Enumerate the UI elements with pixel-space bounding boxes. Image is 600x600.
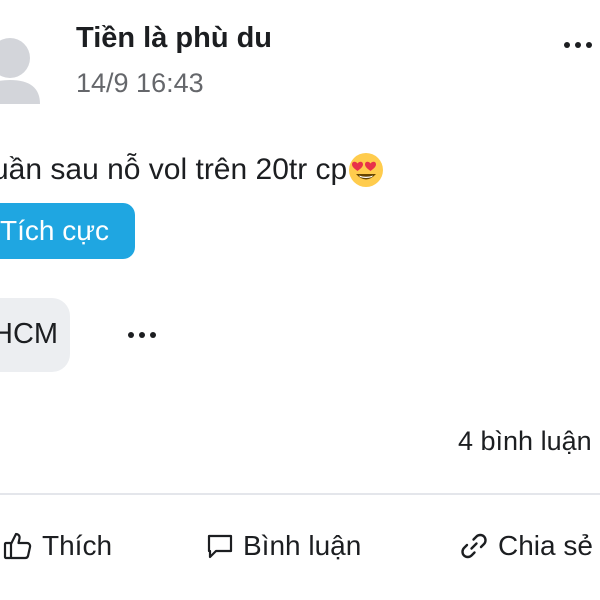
heart-eyes-emoji-icon (348, 152, 384, 188)
share-button[interactable]: Chia sẻ (458, 526, 593, 566)
comment-label: Bình luận (243, 530, 362, 561)
more-horizontal-icon (564, 42, 592, 48)
more-tags-button[interactable] (120, 320, 164, 350)
location-chip-label: HCM (0, 318, 59, 350)
author-name[interactable]: Tiền là phù du (76, 22, 272, 55)
more-horizontal-icon (128, 332, 156, 338)
avatar[interactable] (0, 18, 42, 104)
post-timestamp: 14/9 16:43 (76, 68, 204, 98)
comment-button[interactable]: Bình luận (205, 526, 361, 566)
comment-bubble-icon (205, 531, 235, 561)
divider (0, 493, 600, 495)
post-text: uần sau nỗ vol trên 20tr cp (0, 153, 348, 186)
link-icon (458, 530, 490, 562)
more-options-button[interactable] (558, 30, 598, 60)
share-label: Chia sẻ (498, 530, 593, 561)
post-card: Tiền là phù du 14/9 16:43 uần sau nỗ vol… (0, 0, 600, 600)
thumbs-up-icon (2, 530, 34, 562)
location-chip[interactable]: HCM (0, 298, 70, 372)
comment-count-link[interactable]: 4 bình luận (458, 426, 592, 457)
like-button[interactable]: Thích (2, 526, 112, 566)
like-label: Thích (42, 530, 113, 561)
post-content: uần sau nỗ vol trên 20tr cp (0, 152, 384, 188)
sentiment-tag[interactable]: Tích cực (0, 203, 135, 259)
